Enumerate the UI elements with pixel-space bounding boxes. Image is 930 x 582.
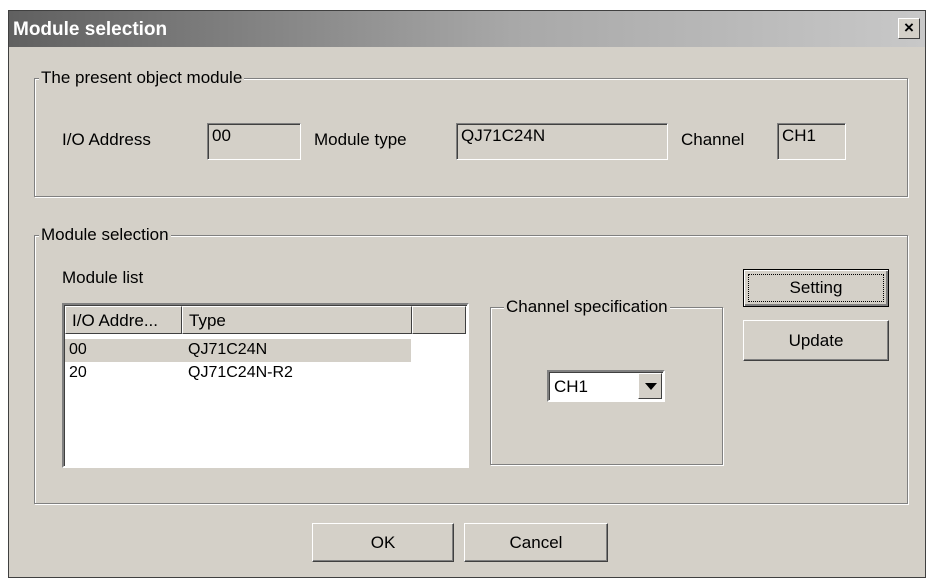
- column-header-io-address[interactable]: I/O Addre...: [65, 306, 182, 334]
- io-address-field: 00: [207, 123, 301, 160]
- list-item-io: 20: [69, 364, 87, 381]
- chevron-down-icon: [645, 383, 657, 390]
- module-list[interactable]: I/O Addre... Type 00 QJ71C24N 20 QJ71C24…: [62, 303, 469, 468]
- list-item-io: 00: [69, 341, 87, 358]
- window-title: Module selection: [13, 19, 168, 40]
- channel-select-value: CH1: [554, 377, 589, 396]
- list-item[interactable]: 20 QJ71C24N-R2: [65, 362, 411, 385]
- column-header-empty[interactable]: [412, 306, 466, 334]
- present-module-legend: The present object module: [39, 68, 245, 88]
- list-item-type: QJ71C24N: [188, 341, 268, 358]
- setting-button[interactable]: Setting: [743, 269, 889, 307]
- close-button[interactable]: ×: [898, 18, 920, 39]
- focus-outline: [748, 274, 884, 302]
- list-item[interactable]: 00 QJ71C24N: [65, 339, 411, 362]
- module-selection-legend: Module selection: [39, 225, 171, 245]
- io-address-label: I/O Address: [62, 130, 151, 149]
- channel-field: CH1: [777, 123, 846, 160]
- list-item-type: QJ71C24N-R2: [188, 364, 293, 381]
- module-type-label: Module type: [314, 130, 407, 149]
- title-bar[interactable]: Module selection ×: [9, 11, 925, 47]
- module-type-field: QJ71C24N: [456, 123, 668, 160]
- channel-dropdown-button[interactable]: [638, 373, 662, 399]
- column-header-type[interactable]: Type: [182, 306, 412, 334]
- ok-button[interactable]: OK: [312, 523, 454, 562]
- channel-label: Channel: [681, 130, 745, 149]
- update-button[interactable]: Update: [743, 320, 889, 361]
- module-list-label: Module list: [62, 268, 144, 287]
- channel-select[interactable]: CH1: [547, 370, 665, 402]
- close-icon: ×: [904, 18, 914, 37]
- channel-specification-legend: Channel specification: [504, 297, 670, 317]
- cancel-button[interactable]: Cancel: [464, 523, 608, 562]
